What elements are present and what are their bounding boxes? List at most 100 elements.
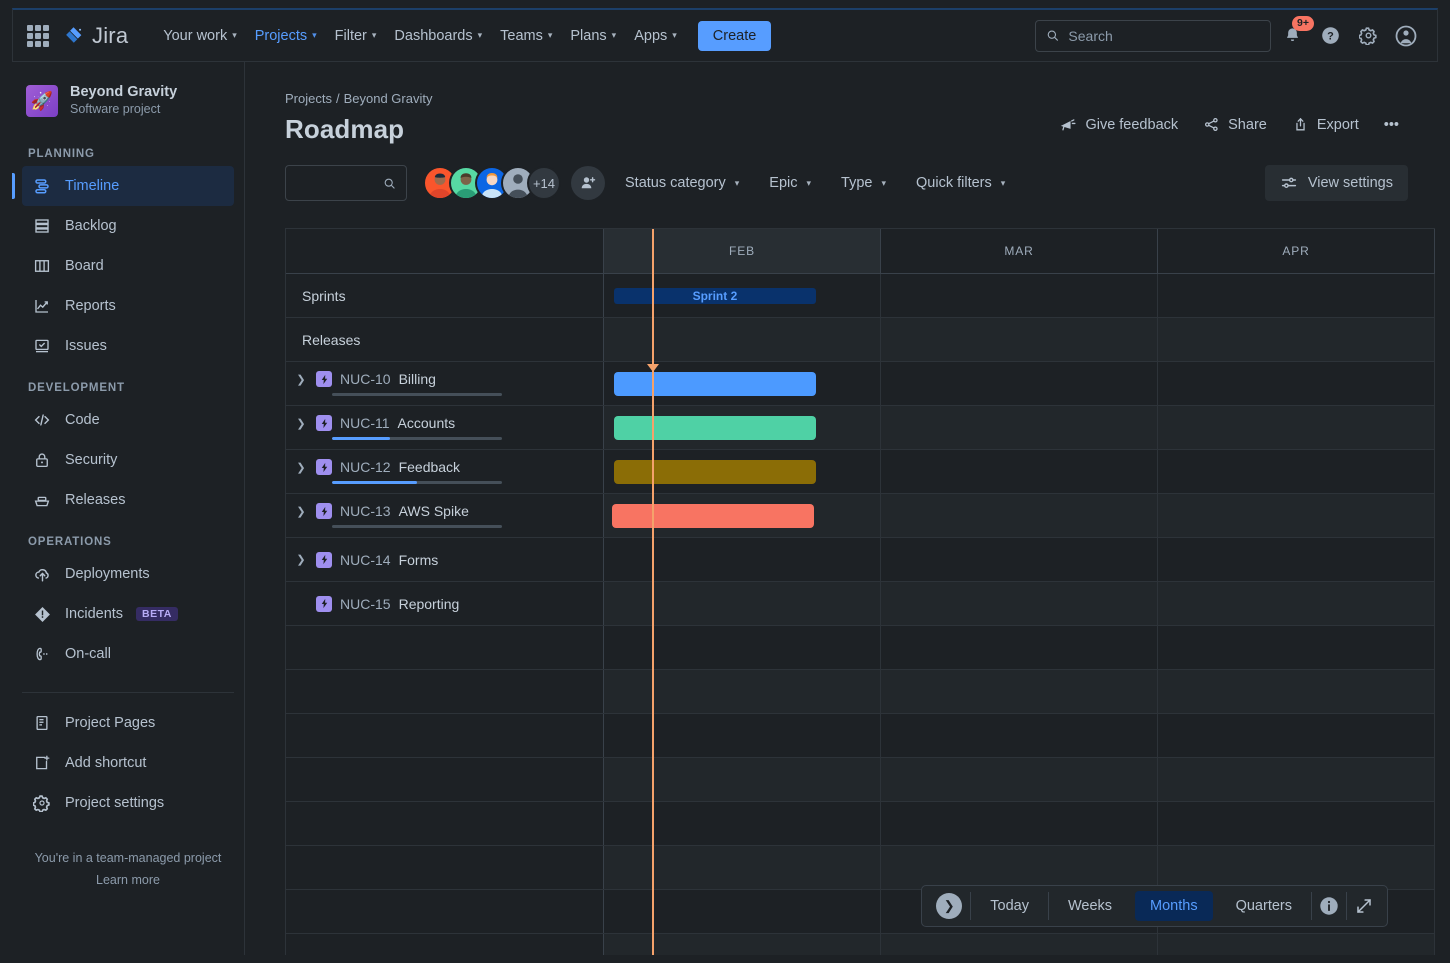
today-marker-triangle [647,364,659,372]
chevron-right-icon[interactable]: ❯ [294,461,308,474]
help-button[interactable]: ? [1313,19,1347,53]
deployments-icon [32,564,52,584]
timeline-empty-row [286,802,1435,846]
epic-summary[interactable]: Reporting [399,596,460,612]
chevron-right-icon[interactable]: ❯ [294,417,308,430]
sidebar-item-incidents[interactable]: Incidents BETA [22,594,234,634]
chevron-right-icon[interactable]: ❯ [294,505,308,518]
epic-timeline-bar[interactable] [612,504,814,528]
export-button[interactable]: Export [1283,110,1368,139]
epic-timeline-bar[interactable] [614,460,816,484]
sidebar-item-backlog[interactable]: Backlog [22,206,234,246]
scale-quarters-button[interactable]: Quarters [1221,891,1307,921]
jira-logo[interactable]: Jira [63,23,128,49]
track-cell-mar [881,450,1158,493]
filter-type[interactable]: Type ▾ [831,168,896,198]
breadcrumb-projects[interactable]: Projects [285,91,332,106]
filter-quick-filters[interactable]: Quick filters ▾ [906,168,1015,198]
epic-key[interactable]: NUC-15 [340,596,391,612]
app-switcher-icon[interactable] [27,25,49,47]
epic-key[interactable]: NUC-12 [340,459,391,475]
collapse-panel-button[interactable]: ❯ [936,893,962,919]
epic-key[interactable]: NUC-10 [340,371,391,387]
breadcrumb-project[interactable]: Beyond Gravity [344,91,433,106]
sidebar-item-board[interactable]: Board [22,246,234,286]
chevron-down-icon: ▾ [672,30,677,41]
filter-status-category[interactable]: Status category ▾ [615,168,749,198]
more-actions-button[interactable]: ••• [1375,111,1408,139]
chevron-down-icon: ▾ [312,30,317,41]
sidebar-item-deployments[interactable]: Deployments [22,554,234,594]
epic-label-cell: ❯ NUC-10 Billing [286,362,604,405]
timeline-icon [32,176,52,196]
nav-dashboards[interactable]: Dashboards ▾ [385,22,491,50]
sidebar-item-issues[interactable]: Issues [22,326,234,366]
sidebar-item-add-shortcut[interactable]: Add shortcut [22,743,234,783]
epic-summary[interactable]: Accounts [398,415,456,431]
code-icon [32,410,52,430]
sidebar-item-on-call[interactable]: On-call [22,634,234,674]
sidebar-item-timeline[interactable]: Timeline [22,166,234,206]
epic-progress-bar [332,525,502,528]
sprint-bar[interactable]: Sprint 2 [614,288,816,304]
track-cell-apr [1158,802,1435,845]
sidebar-item-code[interactable]: Code [22,400,234,440]
chevron-right-icon[interactable]: ❯ [294,373,308,386]
chevron-down-icon: ▾ [612,30,617,41]
sidebar-item-security[interactable]: Security [22,440,234,480]
info-button[interactable] [1312,889,1346,923]
sidebar-item-releases-label: Releases [65,492,125,508]
share-button[interactable]: Share [1194,110,1276,139]
sidebar-item-issues-label: Issues [65,338,107,354]
top-navigation-bar: Jira Your work ▾ Projects ▾ Filter ▾ Das… [12,8,1438,62]
settings-button[interactable] [1351,19,1385,53]
epic-summary[interactable]: Billing [399,371,436,387]
create-button[interactable]: Create [698,21,772,51]
sidebar-item-project-pages[interactable]: Project Pages [22,703,234,743]
scale-months-button[interactable]: Months [1135,891,1213,921]
track-cell-feb [604,758,881,801]
nav-projects[interactable]: Projects ▾ [246,22,326,50]
sidebar-item-reports[interactable]: Reports [22,286,234,326]
nav-filter[interactable]: Filter ▾ [326,22,386,50]
timeline-search-input[interactable] [296,175,383,191]
notifications-button[interactable]: 9+ [1275,19,1309,53]
track-cell-apr [1158,670,1435,713]
sidebar-item-releases[interactable]: Releases [22,480,234,520]
give-feedback-button[interactable]: Give feedback [1051,110,1187,139]
epic-key[interactable]: NUC-13 [340,503,391,519]
scale-weeks-button[interactable]: Weeks [1053,891,1127,921]
global-search[interactable] [1035,20,1271,52]
jira-mark-icon [63,25,85,47]
more-icon: ••• [1384,117,1399,133]
view-settings-button[interactable]: View settings [1265,165,1408,201]
track-cell-feb [604,318,881,361]
nav-plans[interactable]: Plans ▾ [561,22,625,50]
nav-teams[interactable]: Teams ▾ [491,22,561,50]
epic-timeline-bar[interactable] [614,372,816,396]
chevron-right-icon[interactable]: ❯ [294,553,308,566]
epic-summary[interactable]: Forms [399,552,439,568]
add-person-button[interactable] [571,166,605,200]
nav-your-work[interactable]: Your work ▾ [154,22,245,50]
sidebar-item-project-settings[interactable]: Project settings [22,783,234,823]
epic-key[interactable]: NUC-11 [340,415,390,431]
filter-quick-filters-label: Quick filters [916,175,992,191]
project-header[interactable]: 🚀 Beyond Gravity Software project [12,62,244,132]
fullscreen-button[interactable] [1347,889,1381,923]
epic-summary[interactable]: AWS Spike [399,503,469,519]
sidebar-item-add-shortcut-label: Add shortcut [65,755,146,771]
timeline-search[interactable] [285,165,407,201]
epic-key[interactable]: NUC-14 [340,552,391,568]
epic-summary[interactable]: Feedback [399,459,460,475]
epic-timeline-bar[interactable] [614,416,816,440]
learn-more-link[interactable]: Learn more [96,873,160,887]
account-avatar-button[interactable] [1389,19,1423,53]
empty-label-cell [286,890,604,933]
epic-rows: ❯ NUC-10 Billing ❯ NUC-11 Accounts ❯ NUC-12 Feed… [286,362,1435,626]
today-button[interactable]: Today [975,891,1044,921]
global-search-input[interactable] [1068,28,1260,44]
nav-apps[interactable]: Apps ▾ [625,22,686,50]
avatar-overflow-count[interactable]: +14 [527,166,561,200]
filter-epic[interactable]: Epic ▾ [759,168,821,198]
